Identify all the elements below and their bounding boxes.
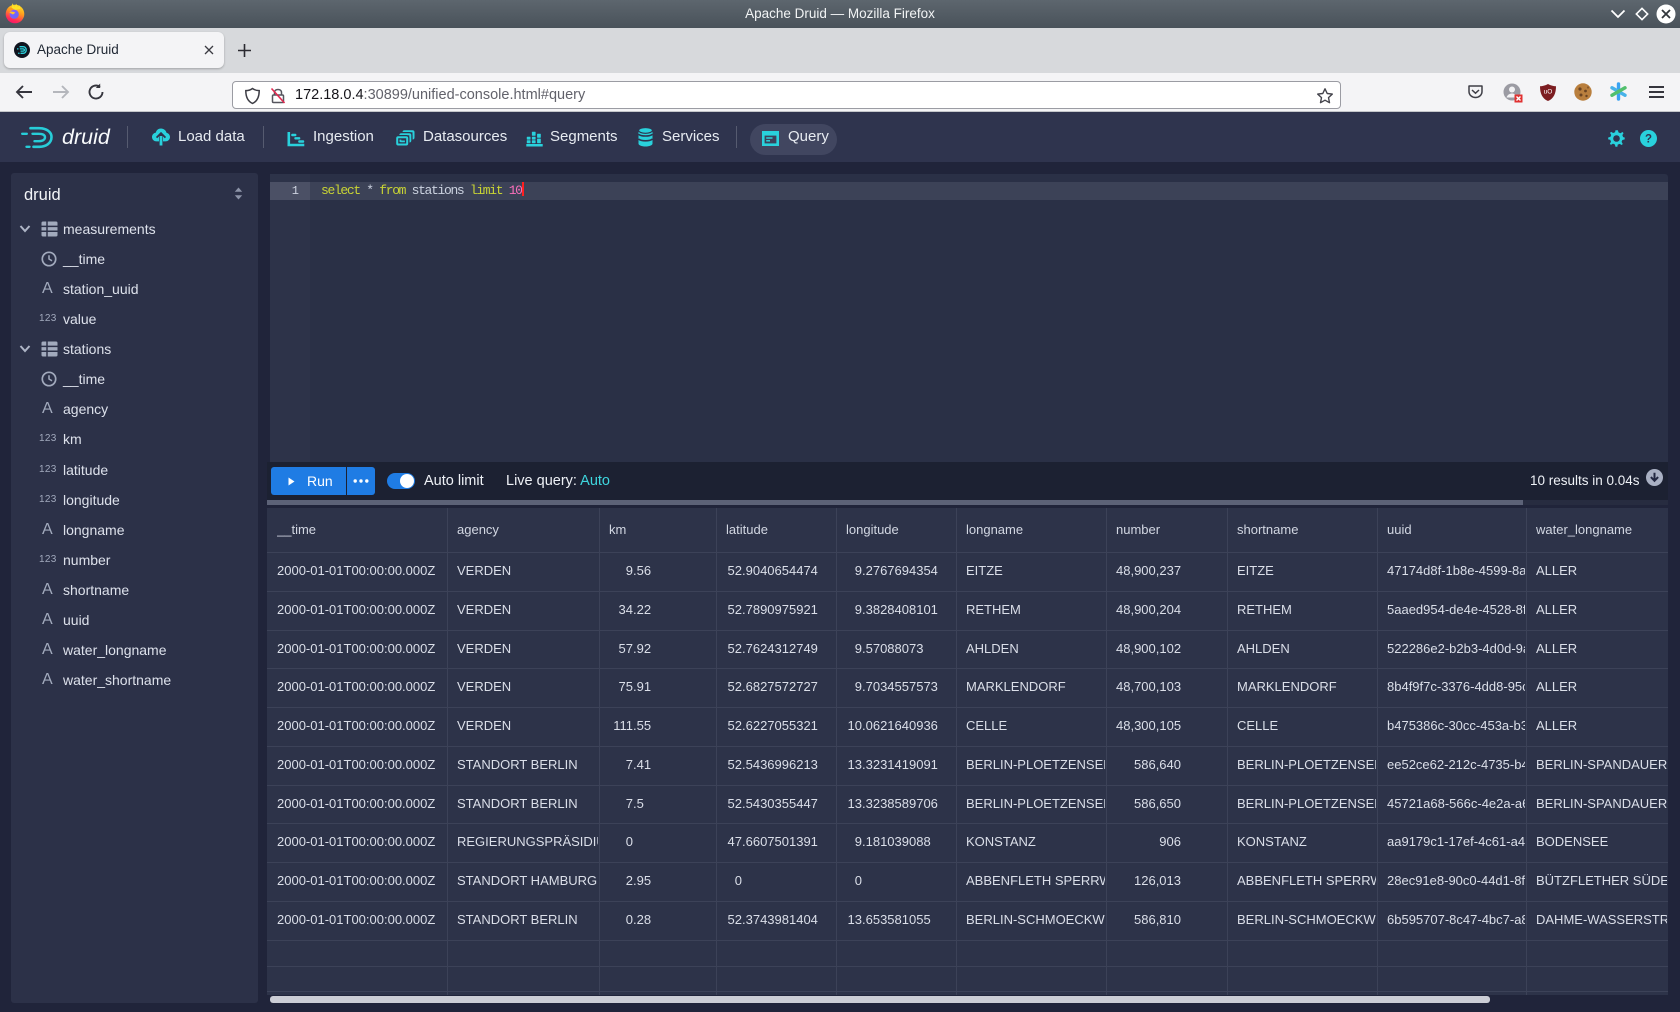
svg-text:uO: uO [1544, 89, 1553, 96]
svg-text:?: ? [1645, 134, 1652, 146]
